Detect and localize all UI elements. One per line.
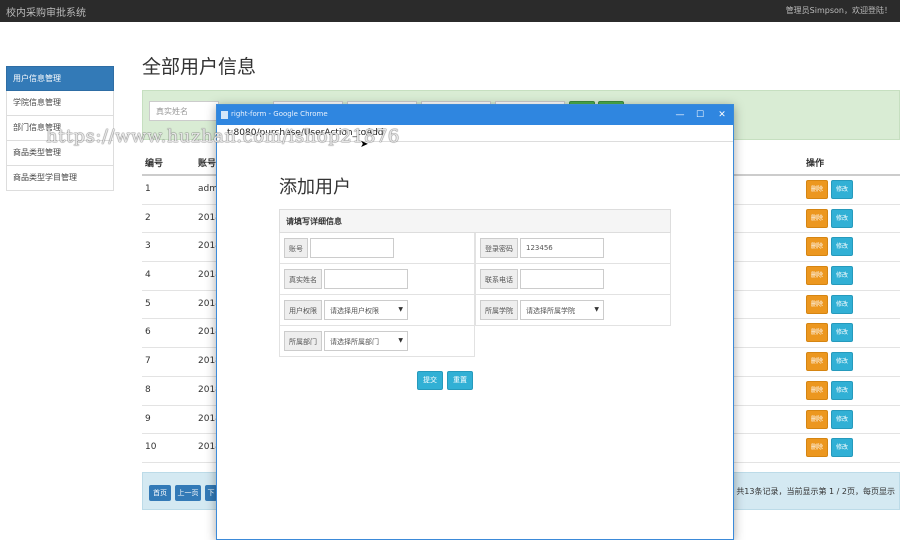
row-id: 2 [145,212,151,223]
dept-select-value: 请选择所属部门 [330,338,379,346]
sidebar-item-college-info[interactable]: 学院信息管理 [6,91,114,116]
delete-button[interactable]: 删除 [806,266,828,286]
add-user-popup-window: right-form - Google Chrome — ☐ ✕ t:8080/… [216,104,734,540]
pagination-info: 共13条记录，当前显示第 1 / 2页，每页显示 [736,487,895,496]
password-input[interactable]: 123456 [520,238,604,258]
sidebar-item-user-info[interactable]: 用户信息管理 [6,66,114,91]
realname-input[interactable] [324,269,408,289]
app-title: 校内采购审批系统 [6,8,86,19]
page-title: 全部用户信息 [142,56,257,78]
edit-button[interactable]: 修改 [831,323,853,343]
password-label: 登录密码 [480,238,518,258]
row-id: 9 [145,413,151,424]
chevron-down-icon: ▼ [398,306,403,313]
account-label: 账号 [284,238,308,258]
maximize-icon[interactable]: ☐ [693,108,707,122]
dept-row: 所属部门 请选择所属部门 ▼ [279,326,475,357]
delete-button[interactable]: 删除 [806,409,828,429]
close-icon[interactable]: ✕ [715,108,729,122]
edit-button[interactable]: 修改 [831,352,853,372]
role-select-value: 请选择用户权限 [330,307,379,315]
submit-button[interactable]: 提交 [417,371,443,390]
phone-label: 联系电话 [480,269,518,289]
dept-label: 所属部门 [284,331,322,351]
delete-button[interactable]: 删除 [806,294,828,314]
delete-button[interactable]: 删除 [806,323,828,343]
delete-button[interactable]: 删除 [806,438,828,458]
delete-button[interactable]: 删除 [806,380,828,400]
edit-button[interactable]: 修改 [831,237,853,257]
edit-button[interactable]: 修改 [831,208,853,228]
dept-select[interactable]: 请选择所属部门 ▼ [324,331,408,351]
edit-button[interactable]: 修改 [831,438,853,458]
form-panel-heading: 请填写详细信息 [279,209,671,233]
account-row: 账号 [279,233,475,264]
account-input[interactable] [310,238,394,258]
row-id: 6 [145,327,151,338]
watermark-text: https://www.huzhan.com/ishop21876 [46,126,400,147]
header-account: 账号 [198,159,217,169]
password-row: 登录密码 123456 [475,233,671,264]
row-id: 10 [145,442,157,453]
realname-label: 真实姓名 [284,269,322,289]
edit-button[interactable]: 修改 [831,380,853,400]
minimize-icon[interactable]: — [673,108,687,122]
top-navbar: 校内采购审批系统 管理员Simpson，欢迎登陆！ [0,0,900,22]
document-icon [221,111,228,119]
delete-button[interactable]: 删除 [806,180,828,199]
row-id: 7 [145,356,151,367]
user-greeting: 管理员Simpson，欢迎登陆！ [785,6,892,15]
realname-row: 真实姓名 [279,264,475,295]
realname-filter-input[interactable]: 真实姓名 [149,101,219,121]
header-ops: 操作 [806,159,825,169]
row-id: 8 [145,384,151,395]
chevron-down-icon: ▼ [398,337,403,344]
popup-window-title: right-form - Google Chrome [231,110,328,118]
chevron-down-icon: ▼ [594,306,599,313]
row-id: 5 [145,298,151,309]
popup-titlebar: right-form - Google Chrome — ☐ ✕ [217,105,733,125]
edit-button[interactable]: 修改 [831,180,853,199]
form-panel-title: 请填写详细信息 [286,217,342,226]
role-label: 用户权限 [284,300,322,320]
phone-row: 联系电话 [475,264,671,295]
college-select[interactable]: 请选择所属学院 ▼ [520,300,604,320]
edit-button[interactable]: 修改 [831,409,853,429]
role-select[interactable]: 请选择用户权限 ▼ [324,300,408,320]
header-id: 编号 [145,159,164,169]
row-account: adm [198,184,218,194]
delete-button[interactable]: 删除 [806,237,828,257]
first-page-button[interactable]: 首页 [149,485,171,501]
row-id: 1 [145,184,151,194]
row-id: 4 [145,270,151,281]
role-row: 用户权限 请选择用户权限 ▼ [279,295,475,326]
college-label: 所属学院 [480,300,518,320]
form-title: 添加用户 [279,177,351,198]
delete-button[interactable]: 删除 [806,352,828,372]
edit-button[interactable]: 修改 [831,294,853,314]
edit-button[interactable]: 修改 [831,266,853,286]
delete-button[interactable]: 删除 [806,208,828,228]
row-id: 3 [145,241,151,252]
college-row: 所属学院 请选择所属学院 ▼ [475,295,671,326]
sidebar-item-goods-catalog[interactable]: 商品类型学目管理 [6,166,114,191]
prev-page-button[interactable]: 上一页 [175,485,201,501]
college-select-value: 请选择所属学院 [526,307,575,315]
phone-input[interactable] [520,269,604,289]
reset-button[interactable]: 重置 [447,371,473,390]
